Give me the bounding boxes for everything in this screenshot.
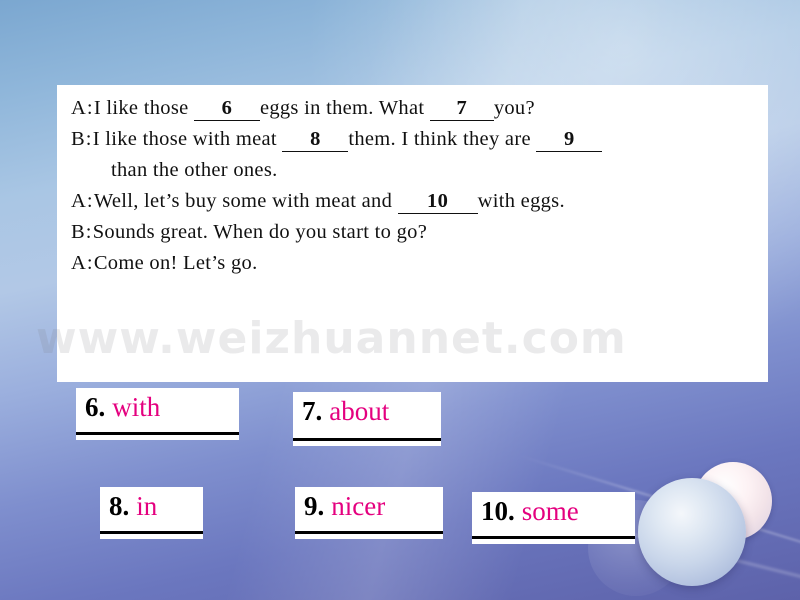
line-text-segment: I like those with meat: [92, 128, 283, 150]
dialogue-line-3: than the other ones.: [71, 155, 754, 186]
answer-blank-7[interactable]: 7: [429, 96, 494, 121]
answer-word: nicer: [331, 491, 386, 521]
line-text-segment: with eggs.: [477, 190, 565, 212]
speaker-colon: :: [85, 221, 92, 243]
answer-number: 7.: [302, 396, 323, 426]
line-text-segment: Well, let’s buy some with meat and: [93, 190, 398, 212]
speaker-colon: :: [86, 190, 93, 212]
answer-word: with: [112, 392, 161, 422]
answer-blank-10[interactable]: 10: [397, 189, 478, 214]
answer-word: some: [521, 496, 579, 526]
line-text-segment: you?: [493, 97, 535, 119]
answer-underline: [100, 531, 203, 534]
line-text-segment: Come on! Let’s go.: [93, 252, 258, 274]
answer-number: 10.: [481, 496, 515, 526]
speaker-colon: :: [85, 128, 92, 150]
answer-underline: [293, 438, 441, 441]
slide-background: A:I like those 6 eggs in them. What 7 you?…: [0, 0, 800, 600]
decorative-sphere-large: [638, 478, 746, 586]
dialogue-line-4: A:Well, let’s buy some with meat and 10 w…: [71, 186, 754, 217]
speaker-label: A: [71, 252, 86, 274]
speaker-label: B: [71, 128, 85, 150]
speaker-label: B: [71, 221, 85, 243]
answer-card-8[interactable]: 8. in: [100, 487, 203, 539]
dialogue-line-6: A:Come on! Let’s go.: [71, 248, 754, 279]
dialogue-line-5: B:Sounds great. When do you start to go?: [71, 217, 754, 248]
line-text-segment: I like those: [93, 97, 194, 119]
speaker-label: A: [71, 190, 86, 212]
speaker-colon: :: [86, 97, 93, 119]
line-text-segment: them. I think they are: [348, 128, 537, 150]
line-text-segment: Sounds great. When do you start to go?: [92, 221, 428, 243]
answer-card-10[interactable]: 10. some: [472, 492, 635, 544]
answer-word: about: [329, 396, 390, 426]
dialogue-panel: A:I like those 6 eggs in them. What 7 you?…: [57, 85, 768, 382]
answer-card-9[interactable]: 9. nicer: [295, 487, 443, 539]
answer-word: in: [136, 491, 158, 521]
answer-blank-9[interactable]: 9: [536, 127, 603, 152]
answer-number: 6.: [85, 392, 106, 422]
speaker-colon: :: [86, 252, 93, 274]
answer-underline: [472, 536, 635, 539]
answer-number: 8.: [109, 491, 130, 521]
answer-card-7[interactable]: 7. about: [293, 392, 441, 446]
answer-card-6[interactable]: 6. with: [76, 388, 239, 440]
answer-blank-6[interactable]: 6: [193, 96, 260, 121]
speaker-label: A: [71, 97, 86, 119]
line-text-segment: eggs in them. What: [259, 97, 430, 119]
answer-underline: [295, 531, 443, 534]
answer-underline: [76, 432, 239, 435]
answer-number: 9.: [304, 491, 325, 521]
dialogue-line-2: B:I like those with meat 8 them. I think …: [71, 124, 754, 155]
answer-blank-8[interactable]: 8: [282, 127, 349, 152]
line-text-segment: than the other ones.: [111, 159, 278, 181]
dialogue-line-1: A:I like those 6 eggs in them. What 7 you?: [71, 93, 754, 124]
